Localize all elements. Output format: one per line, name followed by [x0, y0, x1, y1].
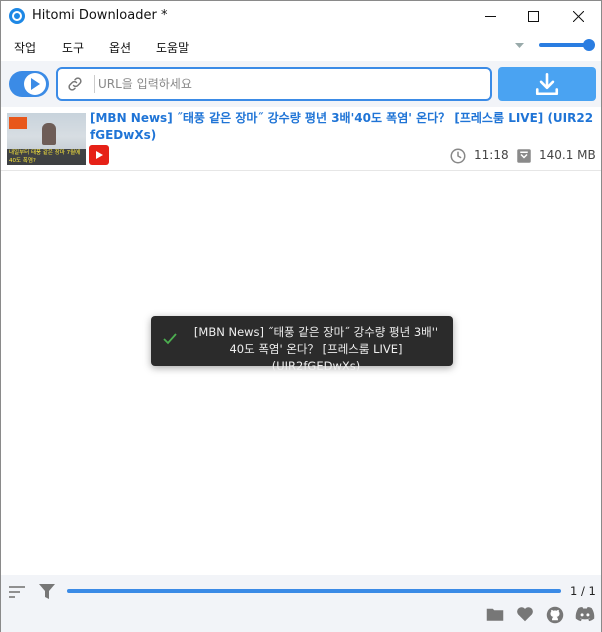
app-window: Hitomi Downloader * 작업 도구 옵션 도움말 URL을 입력… [0, 0, 602, 632]
heart-icon[interactable] [516, 606, 534, 622]
check-icon [163, 333, 177, 345]
download-button[interactable] [498, 67, 596, 101]
chevron-down-icon[interactable] [515, 43, 524, 49]
title-bar: Hitomi Downloader * [1, 1, 601, 32]
start-toggle-button[interactable] [9, 71, 49, 97]
filter-icon[interactable] [39, 583, 55, 601]
sort-icon[interactable] [9, 585, 27, 599]
menu-task[interactable]: 작업 [14, 39, 36, 56]
toast-message: [MBN News] ˝태풍 같은 장마˝ 강수량 평년 3배'' 40도 폭염… [193, 325, 439, 373]
maximize-icon [527, 11, 539, 22]
close-icon [572, 11, 584, 22]
github-icon[interactable] [546, 606, 564, 624]
app-icon [9, 8, 25, 24]
window-title: Hitomi Downloader * [32, 8, 168, 23]
file-size-icon [517, 149, 531, 163]
clock-icon [450, 148, 466, 164]
maximize-button[interactable] [510, 1, 556, 32]
url-separator [94, 75, 95, 93]
menu-bar: 작업 도구 옵션 도움말 [1, 32, 601, 60]
progress-bar [67, 589, 561, 593]
download-icon [535, 72, 559, 96]
menu-tools[interactable]: 도구 [62, 39, 84, 56]
file-size-label: 140.1 MB [539, 148, 596, 162]
toast-notification: [MBN News] ˝태풍 같은 장마˝ 강수량 평년 3배'' 40도 폭염… [151, 316, 453, 373]
menu-options[interactable]: 옵션 [109, 39, 131, 56]
video-thumbnail: 내일부터 태풍 같은 장마 7월에 40도 폭염? [7, 113, 86, 165]
menu-help[interactable]: 도움말 [156, 39, 189, 56]
url-input[interactable] [98, 74, 478, 94]
youtube-icon [89, 145, 109, 165]
folder-icon[interactable] [486, 606, 504, 622]
slider-handle[interactable] [583, 39, 595, 51]
download-item[interactable]: 내일부터 태풍 같은 장마 7월에 40도 폭염? [MBN News] ˝태풍… [1, 109, 601, 171]
page-count: 1 / 1 [570, 584, 596, 598]
download-title[interactable]: [MBN News] ˝태풍 같은 장마˝ 강수량 평년 3배'40도 폭염' … [90, 110, 598, 144]
minimize-button[interactable] [467, 1, 513, 32]
play-icon [31, 78, 40, 90]
duration-label: 11:18 [474, 148, 509, 162]
minimize-icon [484, 16, 496, 17]
discord-icon[interactable] [575, 606, 595, 622]
close-button[interactable] [555, 1, 601, 32]
progress-fill [67, 589, 561, 593]
link-icon [68, 77, 82, 91]
url-field-container [56, 67, 492, 101]
status-bar [1, 575, 601, 632]
thumbnail-caption: 내일부터 태풍 같은 장마 7월에 40도 폭염? [7, 149, 86, 165]
